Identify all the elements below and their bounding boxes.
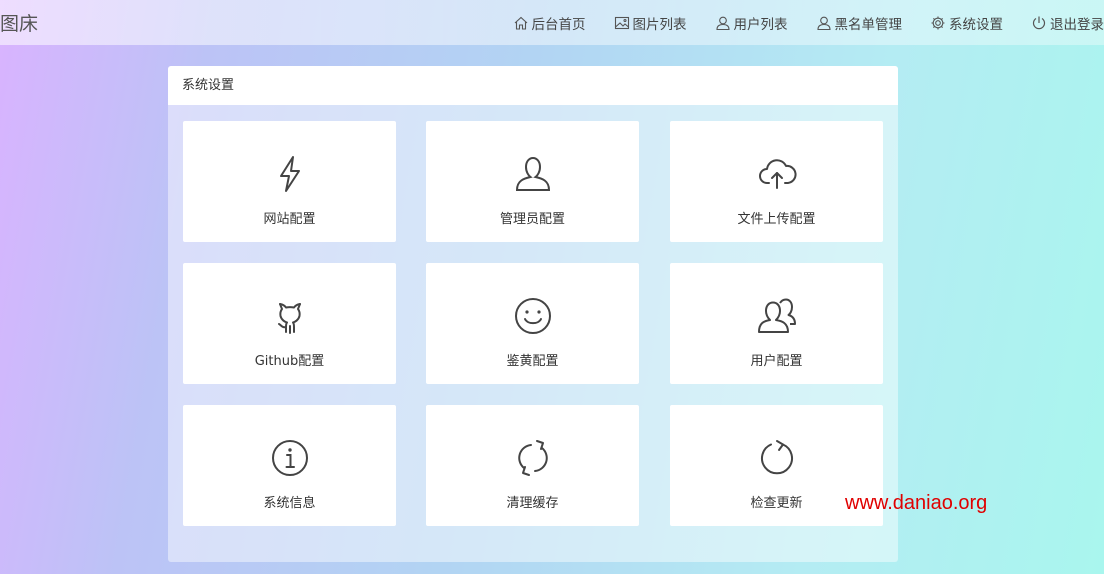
nav-item-images[interactable]: 图片列表: [614, 13, 687, 33]
github-icon: [277, 303, 301, 334]
nav-label: 用户列表: [733, 16, 788, 33]
panel-title: 系统设置: [168, 66, 898, 105]
nav-item-logout[interactable]: 退出登录: [1031, 13, 1104, 33]
card-admin-config[interactable]: 管理员配置: [426, 121, 639, 242]
card-nsfw-config[interactable]: 鉴黄配置: [426, 263, 639, 384]
gear-icon: [931, 16, 945, 29]
card-label: 鉴黄配置: [506, 354, 559, 369]
card-label: 网站配置: [263, 212, 316, 227]
nav-item-blacklist[interactable]: 黑名单管理: [816, 13, 903, 33]
nav-label: 退出登录: [1050, 16, 1104, 33]
card-site-config[interactable]: 网站配置: [183, 121, 396, 242]
card-label: 用户配置: [750, 354, 803, 369]
user-block-icon: [816, 16, 831, 30]
home-icon: [514, 16, 527, 30]
card-label: 文件上传配置: [737, 212, 816, 227]
user-icon: [715, 16, 730, 30]
nav-label: 系统设置: [949, 16, 1003, 33]
card-label: 管理员配置: [499, 212, 565, 227]
power-icon: [1032, 16, 1046, 29]
nav-item-home[interactable]: 后台首页: [513, 13, 586, 33]
card-user-config[interactable]: 用户配置: [670, 263, 883, 384]
card-label: 系统信息: [263, 496, 316, 511]
cloud-upload-icon: [758, 159, 796, 189]
nav-menu: 后台首页 图片列表 用户列表 黑名单管理 系统设置 退出登录: [485, 0, 1104, 45]
card-upload-config[interactable]: 文件上传配置: [670, 121, 883, 242]
card-label: Github配置: [254, 354, 325, 369]
nav-item-settings[interactable]: 系统设置: [930, 13, 1003, 33]
card-clear-cache[interactable]: 清理缓存: [426, 405, 639, 526]
site-brand[interactable]: 图床: [0, 9, 38, 36]
lightning-icon: [279, 156, 300, 192]
user-icon: [515, 156, 550, 191]
nav-label: 后台首页: [531, 16, 586, 33]
card-system-info[interactable]: 系统信息: [183, 405, 396, 526]
card-label: 清理缓存: [506, 496, 559, 511]
settings-panel: 系统设置 网站配置 管理员配置 文件上传配置 Github配置 鉴黄配置 用户配…: [168, 66, 898, 562]
refresh-icon: [517, 440, 548, 476]
smile-icon: [514, 298, 551, 334]
top-nav-bar: 图床 后台首页 图片列表 用户列表 黑名单管理 系统设置 退出登录: [0, 0, 1104, 45]
info-icon: [271, 440, 308, 476]
watermark-text: www.daniao.org: [845, 492, 988, 514]
card-github-config[interactable]: Github配置: [183, 263, 396, 384]
image-icon: [614, 16, 629, 29]
nav-item-users[interactable]: 用户列表: [715, 13, 788, 33]
nav-label: 黑名单管理: [834, 16, 903, 33]
users-icon: [757, 298, 796, 333]
nav-label: 图片列表: [632, 16, 687, 33]
reload-icon: [760, 440, 793, 475]
